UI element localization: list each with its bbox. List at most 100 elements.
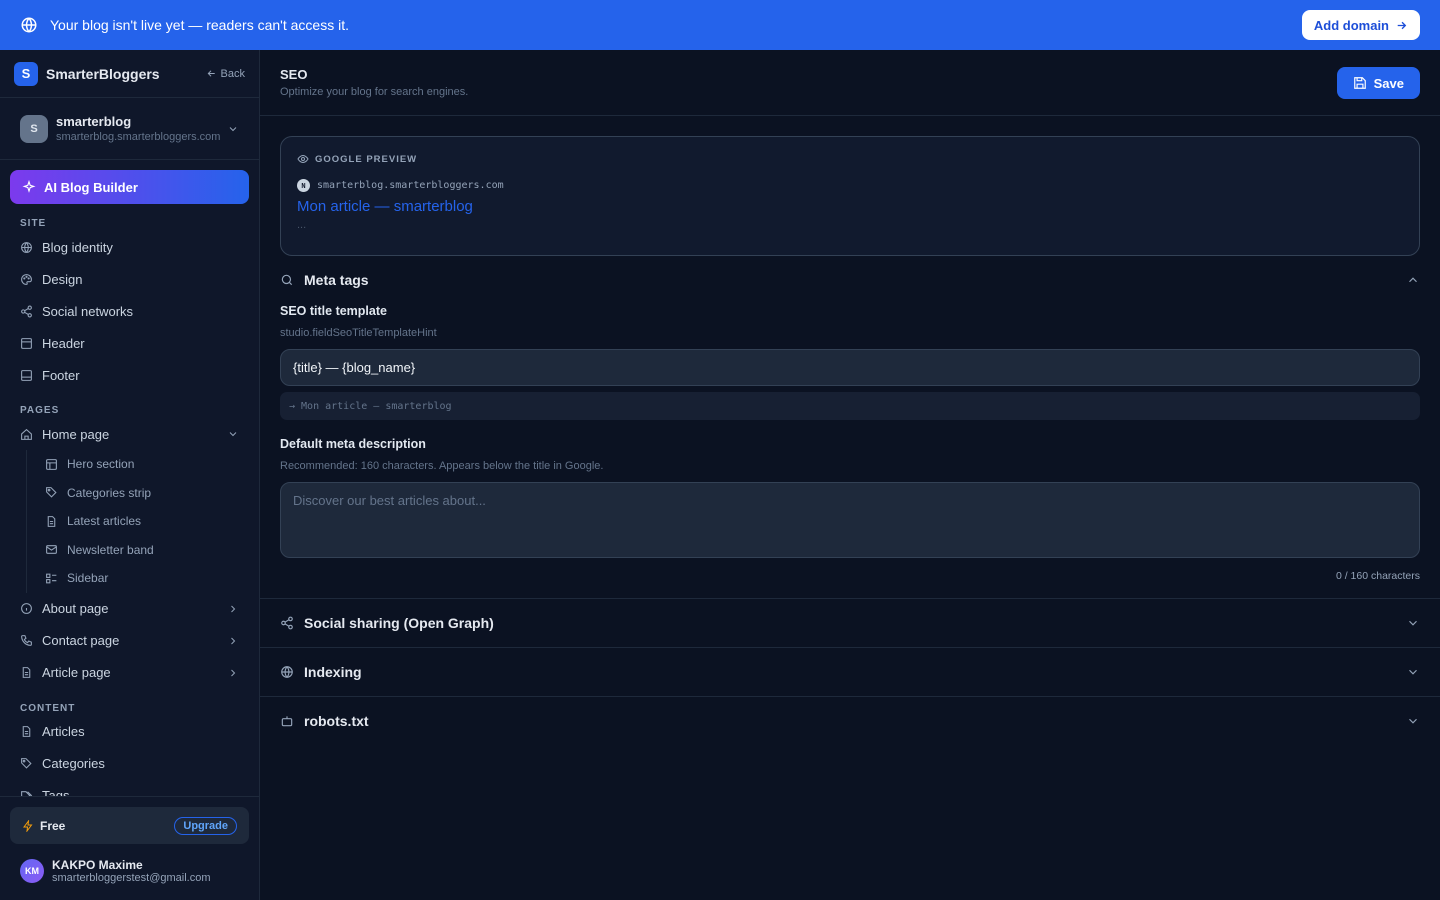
arrow-left-icon <box>206 68 217 79</box>
preview-url: smarterblog.smarterbloggers.com <box>317 180 504 191</box>
share-icon <box>20 305 33 318</box>
sidebar-item-label: Categories <box>42 756 105 771</box>
seo-content: GOOGLE PREVIEW N smarterblog.smarterblog… <box>260 116 1440 582</box>
globe-icon <box>20 241 33 254</box>
sidebar-item-social-networks[interactable]: Social networks <box>0 295 259 327</box>
banner-message: Your blog isn't live yet — readers can't… <box>50 17 349 33</box>
sidebar-item-contact-page[interactable]: Contact page <box>0 625 259 657</box>
user-profile[interactable]: KM KAKPO Maxime smarterbloggerstest@gmai… <box>0 844 259 884</box>
brand-bar: S SmarterBloggers Back <box>0 50 259 98</box>
sidebar-item-label: Header <box>42 335 85 351</box>
section-content-label: CONTENT <box>20 702 76 714</box>
chevron-right-icon <box>227 635 239 647</box>
sparkles-icon <box>22 180 36 194</box>
back-label: Back <box>220 67 245 80</box>
preview-description: ... <box>297 219 307 231</box>
sidebar-footer: Free Upgrade KM KAKPO Maxime smarterblog… <box>0 796 259 900</box>
globe-icon <box>280 665 294 679</box>
seo-title-label: SEO title template <box>280 304 387 318</box>
chevron-up-icon <box>1406 273 1420 287</box>
sidebar-item-design[interactable]: Design <box>0 263 259 295</box>
sidebar-item-label: Blog identity <box>42 239 113 255</box>
google-preview-card: GOOGLE PREVIEW N smarterblog.smarterblog… <box>280 136 1420 256</box>
upgrade-button[interactable]: Upgrade <box>174 816 237 835</box>
seo-title-input[interactable]: {title} — {blog_name} <box>280 349 1420 386</box>
sidebar-item-article-page[interactable]: Article page <box>0 657 259 689</box>
sidebar-item-tags[interactable]: Tags <box>0 780 259 796</box>
main-panel: SEO Optimize your blog for search engine… <box>260 50 1440 900</box>
sidebar: S SmarterBloggers Back S smarterblog sma… <box>0 50 260 900</box>
info-icon <box>20 602 33 615</box>
phone-icon <box>20 634 33 647</box>
blog-domain: smarterblog.smarterbloggers.com <box>56 131 221 143</box>
sidebar-item-label: Footer <box>42 367 80 383</box>
blog-selector[interactable]: S smarterblog smarterblog.smarterblogger… <box>0 98 259 160</box>
sidebar-item-label: Tags <box>42 788 70 796</box>
file-text-icon <box>20 666 33 679</box>
sidebar-item-footer[interactable]: Footer <box>0 359 259 391</box>
robots-txt-accordion[interactable]: robots.txt <box>260 696 1440 745</box>
back-link[interactable]: Back <box>206 68 245 80</box>
favicon: N <box>297 179 310 192</box>
section-site-label: SITE <box>20 218 47 229</box>
sidebar-item-label: Hero section <box>67 457 135 472</box>
sidebar-item-header[interactable]: Header <box>0 327 259 359</box>
tag-icon <box>45 486 58 499</box>
sidebar-item-latest-articles[interactable]: Latest articles <box>27 507 259 536</box>
blog-avatar: S <box>20 114 48 143</box>
character-count: 0 / 160 characters <box>1335 570 1420 582</box>
sidebar-item-sidebar[interactable]: Sidebar <box>27 564 259 593</box>
preview-title: Mon article — smarterblog <box>297 198 473 215</box>
save-icon <box>1353 76 1367 90</box>
google-preview-label: GOOGLE PREVIEW <box>297 153 1403 165</box>
sidebar-item-categories-strip[interactable]: Categories strip <box>27 479 259 508</box>
header-icon <box>20 337 33 350</box>
sidebar-item-label: Categories strip <box>67 485 152 500</box>
blog-name: smarterblog <box>56 114 132 129</box>
page-subtitle: Optimize your blog for search engines. <box>280 86 469 98</box>
sidebar-item-label: Article page <box>42 665 111 680</box>
sidebar-item-label: Newsletter band <box>67 542 154 557</box>
robots-txt-title: robots.txt <box>304 713 369 729</box>
chevron-down-icon <box>227 428 239 440</box>
save-button[interactable]: Save <box>1336 67 1420 99</box>
ai-blog-builder-button[interactable]: AI Blog Builder <box>10 170 249 204</box>
user-email: smarterbloggerstest@gmail.com <box>52 872 211 884</box>
chevron-right-icon <box>227 603 239 615</box>
plan-name: Free <box>40 818 66 833</box>
sidebar-item-label: Sidebar <box>67 571 109 586</box>
sidebar-item-blog-identity[interactable]: Blog identity <box>0 231 259 263</box>
sidebar-item-label: Latest articles <box>67 514 142 529</box>
home-icon <box>20 428 33 441</box>
zap-icon <box>22 819 34 832</box>
meta-description-input[interactable]: Discover our best articles about... <box>280 482 1420 558</box>
eye-icon <box>297 153 309 165</box>
sidebar-item-about-page[interactable]: About page <box>0 593 259 625</box>
social-sharing-accordion[interactable]: Social sharing (Open Graph) <box>260 598 1440 647</box>
page-title: SEO <box>280 67 308 82</box>
tags-icon <box>20 789 33 796</box>
brand-logo: S <box>14 61 38 86</box>
indexing-accordion[interactable]: Indexing <box>260 647 1440 696</box>
add-domain-button[interactable]: Add domain <box>1301 10 1420 40</box>
meta-tags-accordion[interactable]: Meta tags <box>280 256 1420 304</box>
sidebar-item-newsletter-band[interactable]: Newsletter band <box>27 536 259 565</box>
home-subsections: Hero section Categories strip Latest art… <box>26 450 259 593</box>
share-icon <box>280 616 294 630</box>
file-text-icon <box>45 515 58 528</box>
brand-name: SmarterBloggers <box>46 65 160 82</box>
sidebar-item-label: About page <box>42 601 109 616</box>
meta-tags-title: Meta tags <box>304 272 369 288</box>
sidebar-item-label: Design <box>42 271 83 287</box>
seo-title-hint: studio.fieldSeoTitleTemplateHint <box>280 327 437 339</box>
sidebar-item-categories[interactable]: Categories <box>0 748 259 780</box>
footer-icon <box>20 369 33 382</box>
add-domain-label: Add domain <box>1313 17 1389 33</box>
sidebar-item-articles[interactable]: Articles <box>0 716 259 748</box>
sidebar-nav[interactable]: AI Blog Builder SITE Blog identity Desig… <box>0 160 259 796</box>
sidebar-item-hero-section[interactable]: Hero section <box>27 450 259 479</box>
chevron-down-icon <box>1406 714 1420 728</box>
sidebar-item-home-page[interactable]: Home page <box>0 418 259 450</box>
indexing-title: Indexing <box>304 664 362 680</box>
google-preview-label-text: GOOGLE PREVIEW <box>315 153 418 165</box>
